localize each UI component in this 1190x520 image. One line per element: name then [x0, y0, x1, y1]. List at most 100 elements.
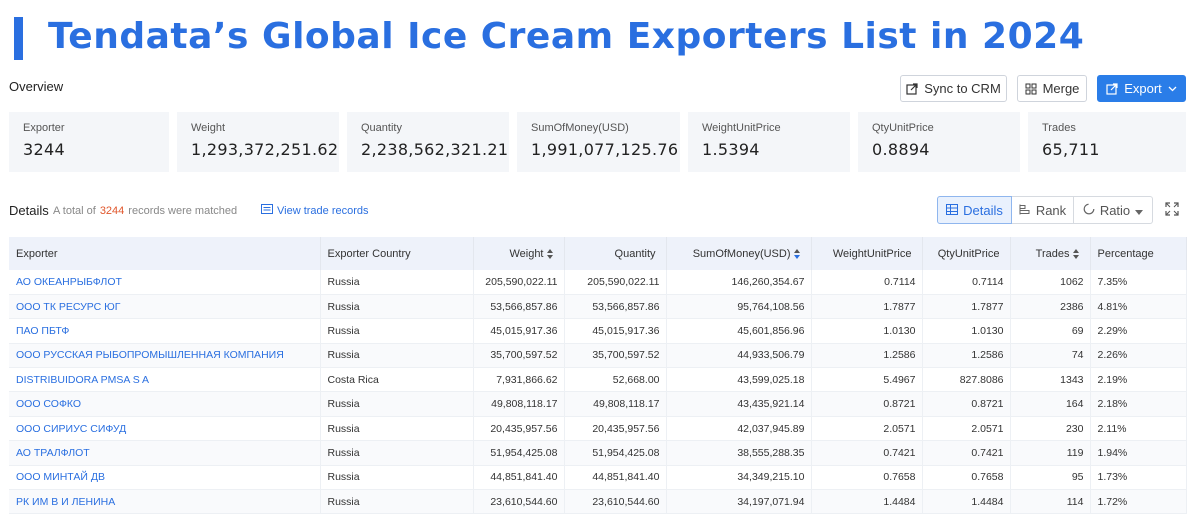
details-heading: Details	[9, 203, 49, 218]
table-cell: 114	[1010, 489, 1091, 515]
table-cell: 0.7114	[922, 270, 1011, 295]
table-header-row: Exporter Exporter Country Weight Quantit…	[9, 237, 1187, 270]
table-cell: 2.29%	[1090, 318, 1187, 344]
stat-value: 0.8894	[872, 140, 930, 159]
ratio-icon	[1083, 203, 1095, 218]
column-header-weightunitprice[interactable]: WeightUnitPrice	[811, 237, 923, 270]
table-cell: 95,764,108.56	[666, 294, 812, 320]
table-cell: 45,015,917.36	[473, 318, 565, 344]
table-cell: 2.0571	[811, 416, 923, 442]
table-cell: 34,349,215.10	[666, 465, 812, 491]
list-icon	[261, 204, 273, 217]
table-row: АО ТРАЛФЛОТ Russia 51,954,425.08 51,954,425…	[9, 440, 1187, 466]
merge-button[interactable]: Merge	[1017, 75, 1087, 102]
sort-icon[interactable]	[546, 248, 554, 259]
table-cell: 53,566,857.86	[473, 294, 565, 320]
table-cell: 1.4484	[922, 489, 1011, 515]
tab-rank[interactable]: Rank	[1012, 196, 1074, 224]
table-cell: Russia	[320, 489, 474, 515]
table-cell: 2.0571	[922, 416, 1011, 442]
sync-icon	[906, 82, 918, 95]
table-cell: 146,260,354.67	[666, 270, 812, 295]
page-title: Tendata’s Global Ice Cream Exporters Lis…	[48, 16, 1085, 57]
exporter-link[interactable]: АО ОКЕАНРЫБФЛОТ	[9, 270, 321, 295]
exporter-link[interactable]: ООО МИНТАЙ ДВ	[9, 465, 321, 491]
exporter-link[interactable]: ООО ТК РЕСУРС ЮГ	[9, 294, 321, 320]
exporter-link[interactable]: ПАО ПБТФ	[9, 318, 321, 344]
table-cell: 205,590,022.11	[473, 270, 565, 295]
stat-value: 1,991,077,125.76	[531, 140, 679, 159]
exporter-link[interactable]: АО ТРАЛФЛОТ	[9, 440, 321, 466]
table-cell: Russia	[320, 318, 474, 344]
column-header-percentage[interactable]: Percentage	[1090, 237, 1187, 270]
stat-card-trades: Trades 65,711	[1028, 112, 1186, 172]
column-header-weight[interactable]: Weight	[473, 237, 565, 270]
stat-card-exporter: Exporter 3244	[9, 112, 169, 172]
stat-card-weight: Weight 1,293,372,251.62	[177, 112, 339, 172]
table-cell: 0.7421	[811, 440, 923, 466]
column-header-sumofmoney[interactable]: SumOfMoney(USD)	[666, 237, 812, 270]
merge-icon	[1025, 83, 1037, 95]
tab-details[interactable]: Details	[937, 196, 1012, 224]
sort-icon[interactable]	[793, 248, 801, 259]
column-header-exporter[interactable]: Exporter	[9, 237, 321, 270]
stat-label: Quantity	[361, 122, 402, 134]
chevron-down-icon	[1168, 86, 1177, 92]
exporter-link[interactable]: ООО СОФКО	[9, 391, 321, 417]
table-cell: 44,851,841.40	[473, 465, 565, 491]
table-cell: 35,700,597.52	[473, 343, 565, 369]
table-cell: 0.7421	[922, 440, 1011, 466]
column-header-quantity[interactable]: Quantity	[564, 237, 667, 270]
matched-summary: A total of 3244 records were matched	[53, 205, 237, 217]
export-button[interactable]: Export	[1097, 75, 1186, 102]
view-mode-switch: Details Rank Ratio	[937, 196, 1153, 224]
tab-rank-label: Rank	[1035, 202, 1067, 218]
view-trade-records-label: View trade records	[277, 204, 369, 217]
table-cell: Costa Rica	[320, 367, 474, 393]
table-cell: 49,808,118.17	[564, 391, 667, 417]
table-row: ПАО ПБТФ Russia 45,015,917.36 45,015,917.36…	[9, 318, 1187, 344]
caret-down-icon	[1135, 203, 1144, 218]
table-cell: Russia	[320, 416, 474, 442]
table-cell: 1.2586	[811, 343, 923, 369]
stat-label: WeightUnitPrice	[702, 122, 781, 134]
table-cell: 1.7877	[811, 294, 923, 320]
table-cell: 7,931,866.62	[473, 367, 565, 393]
table-cell: 2386	[1010, 294, 1091, 320]
exporter-link[interactable]: РК ИМ В И ЛЕНИНА	[9, 489, 321, 515]
table-row: РК ИМ В И ЛЕНИНА Russia 23,610,544.60 23,61…	[9, 489, 1187, 515]
table-cell: Russia	[320, 343, 474, 369]
exporter-link[interactable]: DISTRIBUIDORA PMSA S A	[9, 367, 321, 393]
column-header-country[interactable]: Exporter Country	[320, 237, 474, 270]
table-row: ООО ТК РЕСУРС ЮГ Russia 53,566,857.86 53,56…	[9, 294, 1187, 320]
table-cell: 45,601,856.96	[666, 318, 812, 344]
table-cell: 0.7114	[811, 270, 923, 295]
fullscreen-icon[interactable]	[1165, 202, 1179, 221]
sort-icon[interactable]	[1072, 248, 1080, 259]
stat-label: SumOfMoney(USD)	[531, 122, 629, 134]
table-cell: 35,700,597.52	[564, 343, 667, 369]
table-cell: Russia	[320, 294, 474, 320]
exporter-link[interactable]: ООО РУССКАЯ РЫБОПРОМЫШЛЕННАЯ КОМПАНИЯ	[9, 343, 321, 369]
stat-value: 1,293,372,251.62	[191, 140, 339, 159]
table-cell: 2.26%	[1090, 343, 1187, 369]
matched-prefix: A total of	[53, 205, 96, 217]
stat-label: Weight	[191, 122, 226, 134]
table-cell: Russia	[320, 465, 474, 491]
export-icon	[1106, 82, 1118, 95]
table-icon	[946, 203, 959, 218]
stat-value: 1.5394	[702, 140, 760, 159]
table-row: ООО СОФКО Russia 49,808,118.17 49,808,118.1…	[9, 391, 1187, 417]
table-cell: 1.73%	[1090, 465, 1187, 491]
tab-ratio[interactable]: Ratio	[1074, 196, 1153, 224]
table-row: АО ОКЕАНРЫБФЛОТ Russia 205,590,022.11 205,5…	[9, 270, 1187, 295]
table-cell: 0.8721	[811, 391, 923, 417]
sync-to-crm-button[interactable]: Sync to CRM	[900, 75, 1007, 102]
column-header-trades[interactable]: Trades	[1010, 237, 1091, 270]
stat-label: QtyUnitPrice	[872, 122, 934, 134]
exporter-link[interactable]: ООО СИРИУС СИФУД	[9, 416, 321, 442]
view-trade-records-link[interactable]: View trade records	[261, 204, 369, 217]
table-cell: 119	[1010, 440, 1091, 466]
column-header-qtyunitprice[interactable]: QtyUnitPrice	[922, 237, 1011, 270]
table-cell: 45,015,917.36	[564, 318, 667, 344]
